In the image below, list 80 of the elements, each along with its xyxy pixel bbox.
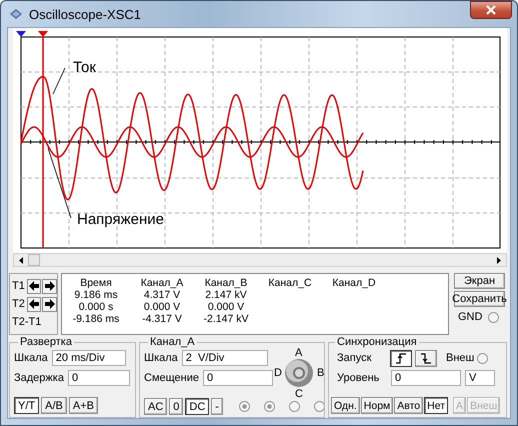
scale-field[interactable]: 2 V/Div	[182, 350, 268, 366]
trigger-mode-button[interactable]: Нет	[424, 397, 448, 414]
rising-edge-icon	[395, 352, 407, 364]
close-icon	[485, 5, 497, 15]
table-cell-text: -2.147 kV	[202, 313, 250, 325]
mode-button[interactable]: Y/T	[14, 397, 40, 414]
voltage-label: Напряжение	[77, 211, 164, 228]
falling-edge-icon	[420, 352, 432, 364]
field-label: Шкала	[144, 352, 178, 364]
channel-radio[interactable]	[264, 401, 275, 412]
cursor-right-button[interactable]	[42, 278, 57, 294]
table-cell-text: 4.317 V	[142, 289, 182, 301]
window-title: Oscilloscope-XSC1	[29, 6, 141, 22]
rising-edge-button[interactable]	[390, 350, 412, 366]
cursor-t1[interactable]	[38, 31, 48, 248]
cursor-label: T2-T1	[12, 316, 42, 328]
level-field[interactable]: 0	[391, 370, 461, 386]
trigger-mode-button[interactable]: Норм	[360, 397, 394, 414]
table-cell-text: -9.186 ms	[72, 313, 120, 325]
group-title: Канал_A	[149, 337, 196, 348]
current-label: Ток	[73, 59, 96, 76]
column-header: Канал_C	[267, 277, 313, 289]
table-cell-text: -4.317 V	[141, 313, 183, 325]
knob-label: B	[317, 368, 324, 379]
coupling-button[interactable]: 0	[169, 398, 184, 415]
offset-field[interactable]: 0	[203, 370, 274, 386]
cursor-label: T1	[12, 280, 26, 292]
channel-radio[interactable]	[314, 401, 324, 412]
column-header: Канал_A	[140, 277, 184, 289]
field-label: Смещение	[144, 372, 200, 384]
external-radio[interactable]	[477, 352, 488, 364]
close-button[interactable]	[470, 1, 512, 19]
gnd-label: GND	[458, 311, 482, 323]
cursor-label: T2	[12, 298, 26, 310]
knob-label: C	[295, 389, 303, 400]
falling-edge-button[interactable]	[415, 350, 437, 366]
horizontal-scrollbar[interactable]	[13, 253, 507, 267]
scroll-thumb[interactable]	[28, 254, 40, 266]
unit-field[interactable]: V	[465, 370, 495, 386]
app-icon	[9, 8, 23, 20]
channel-radio[interactable]	[238, 401, 250, 412]
trigger-mode-button[interactable]: Одн.	[331, 397, 360, 414]
leader-line	[52, 68, 66, 94]
column-header: Время	[79, 277, 113, 289]
coupling-button[interactable]: -	[211, 398, 223, 415]
channel-radio[interactable]	[288, 401, 300, 412]
table-cell-text: 0.000 V	[206, 301, 246, 313]
field-label: Внеш	[446, 352, 474, 364]
field-label: Уровень	[336, 372, 380, 384]
field-label: Шкала	[14, 352, 48, 364]
delay-field[interactable]: 0	[68, 370, 130, 386]
mode-button[interactable]: A/B	[41, 397, 67, 414]
leader-line	[48, 148, 72, 218]
scroll-right-icon[interactable]	[497, 256, 501, 264]
group-title: Синхронизация	[336, 337, 418, 348]
channel-knob[interactable]	[284, 358, 314, 388]
gnd-radio[interactable]	[488, 312, 500, 322]
column-header: Канал_D	[331, 277, 377, 289]
coupling-button[interactable]: DC	[185, 398, 210, 415]
readout-button[interactable]: Экран	[454, 273, 505, 289]
scroll-left-icon[interactable]	[19, 256, 23, 264]
cursor-right-button[interactable]	[42, 296, 57, 312]
cursor-t2-marker[interactable]	[16, 31, 26, 37]
coupling-button[interactable]: AC	[144, 398, 168, 415]
knob-label: D	[274, 368, 282, 379]
cursor-left-button[interactable]	[26, 296, 42, 312]
column-header: Канал_B	[204, 277, 248, 289]
trigger-mode-button[interactable]: Авто	[394, 397, 424, 414]
table-cell-text: 9.186 ms	[73, 289, 119, 301]
table-cell-text: 2.147 kV	[204, 289, 248, 301]
readout-button[interactable]: Сохранить	[454, 291, 505, 307]
field-label: Запуск	[336, 352, 372, 364]
table-cell-text: 0.000 V	[142, 301, 182, 313]
mode-button[interactable]: A+B	[68, 397, 98, 414]
cursor-left-button[interactable]	[26, 278, 42, 294]
knob-label: A	[295, 348, 302, 359]
table-cell-text: 0.000 s	[78, 301, 114, 313]
field-label: Задержка	[14, 372, 64, 384]
scale-field[interactable]: 20 ms/Div	[52, 350, 126, 366]
group-title: Развертка	[19, 337, 73, 348]
